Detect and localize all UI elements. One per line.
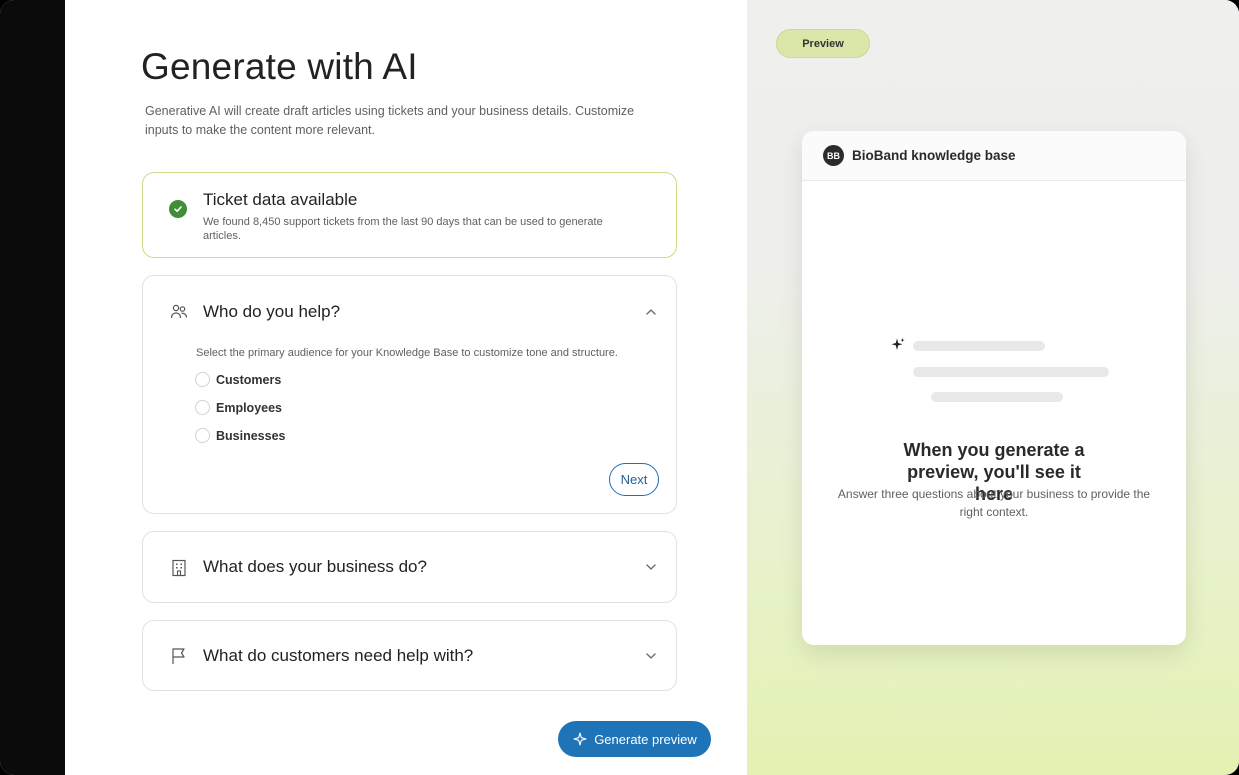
page-subtitle: Generative AI will create draft articles… <box>145 104 635 137</box>
skeleton-line <box>913 341 1045 351</box>
chevron-down-icon[interactable] <box>644 560 658 574</box>
preview-pill: Preview <box>776 29 870 58</box>
radio-label: Businesses <box>216 428 286 443</box>
chevron-down-icon[interactable] <box>644 649 658 663</box>
next-button[interactable]: Next <box>609 463 659 496</box>
page-title: Generate with AI <box>141 46 418 87</box>
building-icon <box>172 559 186 577</box>
radio-button[interactable] <box>195 372 210 387</box>
preview-card: BB BioBand knowledge base When you gener… <box>802 131 1186 645</box>
ticket-data-title: Ticket data available <box>203 190 358 209</box>
customer-help-section-title: What do customers need help with? <box>203 646 474 665</box>
radio-label: Employees <box>216 400 283 415</box>
skeleton-line <box>913 367 1109 377</box>
generate-preview-button[interactable]: Generate preview <box>558 721 711 757</box>
sparkle-icon <box>891 338 905 350</box>
people-icon <box>170 304 188 319</box>
app-window: Generate with AI Generative AI will crea… <box>0 0 1239 775</box>
preview-card-header: BB BioBand knowledge base <box>802 131 1186 181</box>
avatar: BB <box>823 145 844 166</box>
radio-option-employees[interactable]: Employees <box>195 400 282 415</box>
preview-panel: Preview BB BioBand knowledge base When y… <box>747 0 1239 775</box>
who-section-title[interactable]: Who do you help? <box>203 302 340 322</box>
left-edge-strip <box>0 0 65 775</box>
radio-label: Customers <box>216 372 282 387</box>
radio-button[interactable] <box>195 428 210 443</box>
customer-help-section[interactable]: What do customers need help with? <box>142 620 677 691</box>
ticket-data-description: We found 8,450 support tickets from the … <box>203 216 603 242</box>
who-do-you-help-section: Who do you help? Select the primary audi… <box>142 275 677 514</box>
radio-option-customers[interactable]: Customers <box>195 372 281 387</box>
form-panel: Generate with AI Generative AI will crea… <box>65 0 747 775</box>
who-section-helper: Select the primary audience for your Kno… <box>196 347 618 359</box>
flag-icon <box>172 648 185 664</box>
generate-preview-label: Generate preview <box>594 731 697 747</box>
radio-button[interactable] <box>195 400 210 415</box>
check-circle-icon <box>169 200 187 218</box>
radio-option-businesses[interactable]: Businesses <box>195 428 285 443</box>
ticket-data-card: Ticket data available We found 8,450 sup… <box>142 172 677 258</box>
sparkle-icon <box>573 732 587 746</box>
business-section-title: What does your business do? <box>203 557 427 576</box>
skeleton-line <box>931 392 1063 402</box>
knowledge-base-title: BioBand knowledge base <box>852 148 1016 163</box>
business-section[interactable]: What does your business do? <box>142 531 677 603</box>
preview-empty-subtext: Answer three questions about your busine… <box>837 487 1151 519</box>
chevron-up-icon[interactable] <box>644 305 658 319</box>
